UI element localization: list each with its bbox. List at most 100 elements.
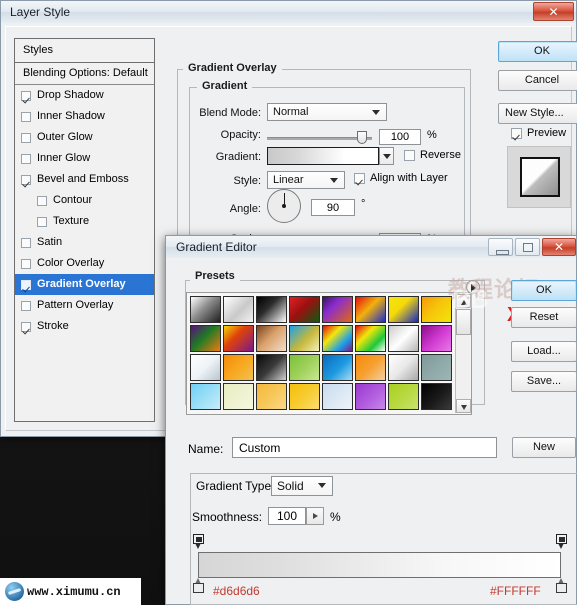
checkbox-inner-glow[interactable] <box>21 153 31 164</box>
preset-swatch[interactable] <box>388 354 419 381</box>
preset-swatch[interactable] <box>322 383 353 410</box>
preset-swatch[interactable] <box>190 354 221 381</box>
stop-tip <box>558 543 564 549</box>
color-stop-left[interactable] <box>193 578 204 593</box>
preset-swatch[interactable] <box>355 296 386 323</box>
sidebar-item-texture[interactable]: Texture <box>15 211 154 232</box>
checkbox-gradient-overlay[interactable] <box>21 279 31 290</box>
checkbox-preview[interactable] <box>511 127 522 139</box>
preset-swatch[interactable] <box>223 354 254 381</box>
gradient-type-dropdown[interactable]: Solid <box>271 476 333 496</box>
preset-swatch[interactable] <box>289 325 320 352</box>
preset-swatch[interactable] <box>355 354 386 381</box>
gradient-swatch-preview[interactable] <box>267 147 379 165</box>
align-with-layer-row[interactable]: Align with Layer <box>354 172 448 184</box>
preset-swatch[interactable] <box>289 354 320 381</box>
checkbox-bevel-and-emboss[interactable] <box>21 174 31 185</box>
ok-button[interactable]: OK <box>498 41 577 62</box>
sidebar-item-satin[interactable]: Satin <box>15 232 154 253</box>
scrollbar-thumb[interactable] <box>456 309 471 335</box>
checkbox-color-overlay[interactable] <box>21 258 31 269</box>
reverse-checkbox-row[interactable]: Reverse <box>404 149 461 161</box>
sidebar-item-stroke[interactable]: Stroke <box>15 316 154 337</box>
gradient-editor-save-button[interactable]: Save... <box>511 371 577 392</box>
preset-swatch[interactable] <box>289 296 320 323</box>
preset-swatch[interactable] <box>355 383 386 410</box>
checkbox-contour[interactable] <box>37 195 47 206</box>
preset-swatch[interactable] <box>223 325 254 352</box>
gradient-editor-ok-button[interactable]: OK <box>511 280 577 301</box>
sidebar-item-blending-options[interactable]: Blending Options: Default <box>15 63 154 85</box>
new-style-button[interactable]: New Style... <box>498 103 577 124</box>
preset-swatch[interactable] <box>289 383 320 410</box>
blend-mode-dropdown[interactable]: Normal <box>267 103 387 121</box>
preset-swatch[interactable] <box>388 325 419 352</box>
sidebar-item-bevel-and-emboss[interactable]: Bevel and Emboss <box>15 169 154 190</box>
smoothness-stepper-icon[interactable] <box>306 507 324 525</box>
opacity-stop-right[interactable] <box>556 534 567 549</box>
checkbox-satin[interactable] <box>21 237 31 248</box>
gradient-picker-dropdown[interactable] <box>379 147 394 165</box>
checkbox-texture[interactable] <box>37 216 47 227</box>
preset-swatch[interactable] <box>190 296 221 323</box>
opacity-value-input[interactable]: 100 <box>379 129 421 145</box>
checkbox-reverse[interactable] <box>404 149 415 161</box>
checkbox-outer-glow[interactable] <box>21 132 31 143</box>
maximize-icon[interactable] <box>515 238 540 256</box>
sidebar-item-inner-glow[interactable]: Inner Glow <box>15 148 154 169</box>
color-stop-right[interactable] <box>556 578 567 593</box>
preset-swatch[interactable] <box>190 325 221 352</box>
scroll-down-icon[interactable] <box>456 399 471 413</box>
angle-value-input[interactable]: 90 <box>311 199 355 216</box>
preset-swatch[interactable] <box>388 296 419 323</box>
scroll-up-icon[interactable] <box>456 294 471 308</box>
checkbox-pattern-overlay[interactable] <box>21 300 31 311</box>
preset-swatch[interactable] <box>355 325 386 352</box>
gradient-name-input[interactable]: Custom <box>232 437 497 458</box>
preset-swatch[interactable] <box>322 325 353 352</box>
checkbox-stroke[interactable] <box>21 321 31 332</box>
presets-list[interactable] <box>186 292 472 415</box>
preset-swatch[interactable] <box>256 383 287 410</box>
new-preset-button[interactable]: New <box>512 437 576 458</box>
cancel-button[interactable]: Cancel <box>498 70 577 91</box>
sidebar-item-drop-shadow[interactable]: Drop Shadow <box>15 85 154 106</box>
preset-swatch[interactable] <box>223 383 254 410</box>
sidebar-item-outer-glow[interactable]: Outer Glow <box>15 127 154 148</box>
sidebar-item-gradient-overlay[interactable]: Gradient Overlay <box>15 274 154 295</box>
preset-swatch[interactable] <box>421 296 452 323</box>
gradient-style-dropdown[interactable]: Linear <box>267 171 345 189</box>
preset-swatch[interactable] <box>421 325 452 352</box>
smoothness-input[interactable]: 100 <box>268 507 306 525</box>
preset-swatch[interactable] <box>421 354 452 381</box>
checkbox-drop-shadow[interactable] <box>21 90 31 101</box>
preset-swatch[interactable] <box>421 383 452 410</box>
presets-menu-icon[interactable] <box>466 280 480 294</box>
checkbox-inner-shadow[interactable] <box>21 111 31 122</box>
preset-swatch[interactable] <box>256 354 287 381</box>
opacity-slider-knob[interactable] <box>357 131 367 144</box>
sidebar-item-pattern-overlay[interactable]: Pattern Overlay <box>15 295 154 316</box>
gradient-editor-load-button[interactable]: Load... <box>511 341 577 362</box>
preset-swatch[interactable] <box>223 296 254 323</box>
sidebar-item-color-overlay[interactable]: Color Overlay <box>15 253 154 274</box>
sidebar-item-contour[interactable]: Contour <box>15 190 154 211</box>
minimize-icon[interactable] <box>488 238 513 256</box>
preset-swatch[interactable] <box>322 354 353 381</box>
preset-swatch[interactable] <box>190 383 221 410</box>
close-icon[interactable]: ✕ <box>533 2 574 21</box>
gradient-bar[interactable] <box>198 552 561 578</box>
angle-dial[interactable] <box>267 189 301 223</box>
opacity-stop-left[interactable] <box>193 534 204 549</box>
presets-scrollbar[interactable] <box>455 294 471 413</box>
gradient-editor-reset-button[interactable]: Reset <box>511 307 577 328</box>
checkbox-align-with-layer[interactable] <box>354 172 365 184</box>
preset-swatch[interactable] <box>256 325 287 352</box>
sidebar-item-inner-shadow[interactable]: Inner Shadow <box>15 106 154 127</box>
preview-checkbox-row[interactable]: Preview <box>511 127 566 139</box>
preset-swatch[interactable] <box>388 383 419 410</box>
preset-swatch[interactable] <box>256 296 287 323</box>
close-icon[interactable]: ✕ <box>542 238 576 256</box>
styles-list-panel: Styles Blending Options: Default Drop Sh… <box>14 38 155 422</box>
preset-swatch[interactable] <box>322 296 353 323</box>
